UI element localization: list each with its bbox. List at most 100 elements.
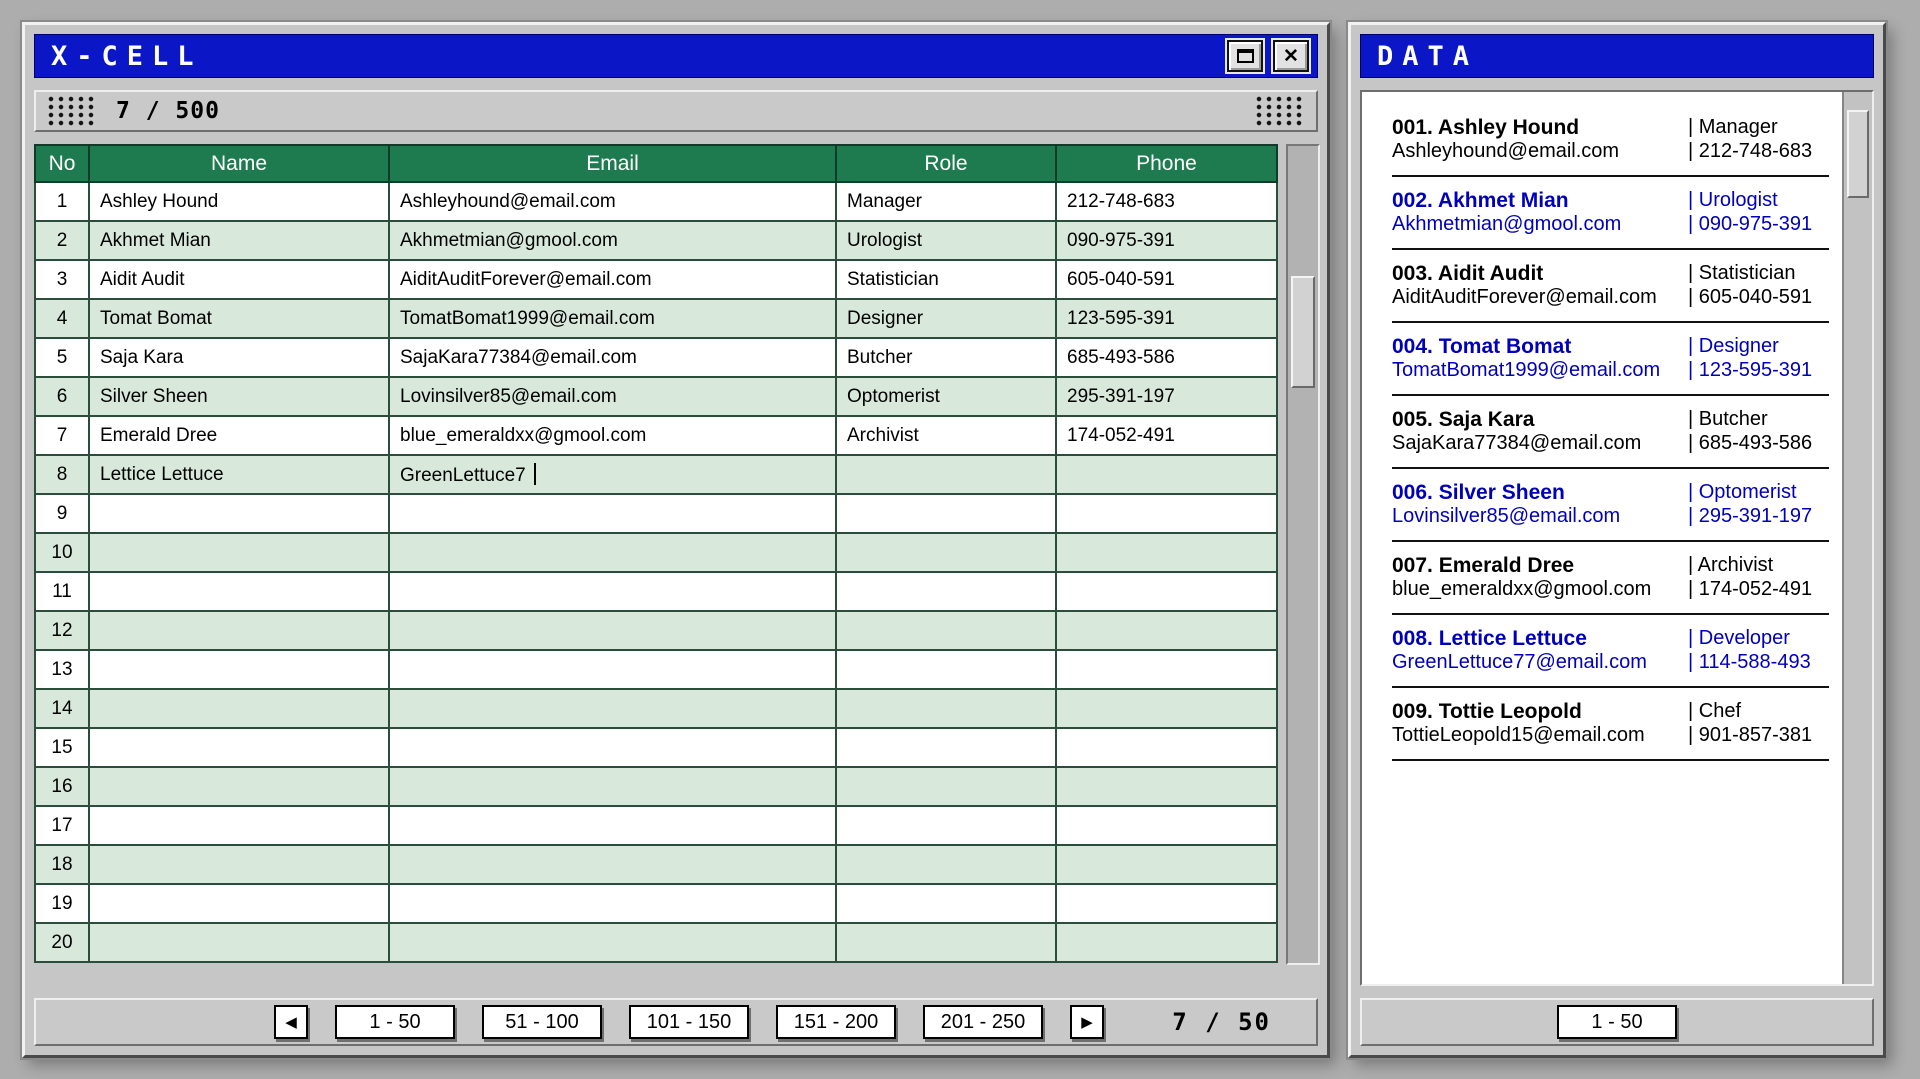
cell-name-row-14[interactable] <box>89 689 389 728</box>
grid-handle-icon[interactable] <box>48 96 96 126</box>
cell-email-row-6[interactable]: Lovinsilver85@email.com <box>389 377 836 416</box>
cell-no-row-17[interactable]: 17 <box>35 806 89 845</box>
page-button-101-150[interactable]: 101 - 150 <box>629 1005 749 1039</box>
cell-phone-row-4[interactable]: 123-595-391 <box>1056 299 1277 338</box>
cell-email-row-8[interactable]: GreenLettuce7 <box>389 455 836 494</box>
cell-phone-row-14[interactable] <box>1056 689 1277 728</box>
page-button-201-250[interactable]: 201 - 250 <box>923 1005 1043 1039</box>
cell-phone-row-12[interactable] <box>1056 611 1277 650</box>
cell-phone-row-5[interactable]: 685-493-586 <box>1056 338 1277 377</box>
cell-name-row-15[interactable] <box>89 728 389 767</box>
cell-no-row-3[interactable]: 3 <box>35 260 89 299</box>
table-scrollbar-thumb[interactable] <box>1291 276 1315 388</box>
cell-no-row-6[interactable]: 6 <box>35 377 89 416</box>
cell-phone-row-6[interactable]: 295-391-197 <box>1056 377 1277 416</box>
cell-name-row-19[interactable] <box>89 884 389 923</box>
cell-email-row-9[interactable] <box>389 494 836 533</box>
cell-phone-row-19[interactable] <box>1056 884 1277 923</box>
cell-name-row-9[interactable] <box>89 494 389 533</box>
cell-role-row-15[interactable] <box>836 728 1056 767</box>
cell-phone-row-11[interactable] <box>1056 572 1277 611</box>
cell-email-row-15[interactable] <box>389 728 836 767</box>
cell-name-row-2[interactable]: Akhmet Mian <box>89 221 389 260</box>
cell-name-row-16[interactable] <box>89 767 389 806</box>
cell-email-row-1[interactable]: Ashleyhound@email.com <box>389 182 836 221</box>
cell-name-row-1[interactable]: Ashley Hound <box>89 182 389 221</box>
page-button-1-50[interactable]: 1 - 50 <box>335 1005 455 1039</box>
cell-email-row-4[interactable]: TomatBomat1999@email.com <box>389 299 836 338</box>
data-list-scrollbar-thumb[interactable] <box>1847 110 1869 198</box>
data-page-button[interactable]: 1 - 50 <box>1557 1005 1677 1039</box>
cell-no-row-12[interactable]: 12 <box>35 611 89 650</box>
cell-phone-row-17[interactable] <box>1056 806 1277 845</box>
cell-name-row-8[interactable]: Lettice Lettuce <box>89 455 389 494</box>
close-button[interactable]: ✕ <box>1273 40 1309 72</box>
cell-email-row-18[interactable] <box>389 845 836 884</box>
cell-no-row-13[interactable]: 13 <box>35 650 89 689</box>
cell-name-row-5[interactable]: Saja Kara <box>89 338 389 377</box>
cell-phone-row-9[interactable] <box>1056 494 1277 533</box>
cell-email-row-13[interactable] <box>389 650 836 689</box>
cell-role-row-20[interactable] <box>836 923 1056 962</box>
prev-page-button[interactable]: ◀ <box>274 1005 308 1039</box>
cell-name-row-6[interactable]: Silver Sheen <box>89 377 389 416</box>
cell-no-row-18[interactable]: 18 <box>35 845 89 884</box>
data-titlebar[interactable]: DATA <box>1360 34 1874 78</box>
cell-no-row-15[interactable]: 15 <box>35 728 89 767</box>
cell-name-row-10[interactable] <box>89 533 389 572</box>
cell-phone-row-7[interactable]: 174-052-491 <box>1056 416 1277 455</box>
cell-role-row-12[interactable] <box>836 611 1056 650</box>
cell-no-row-5[interactable]: 5 <box>35 338 89 377</box>
cell-no-row-19[interactable]: 19 <box>35 884 89 923</box>
cell-no-row-10[interactable]: 10 <box>35 533 89 572</box>
cell-phone-row-20[interactable] <box>1056 923 1277 962</box>
cell-role-row-2[interactable]: Urologist <box>836 221 1056 260</box>
cell-no-row-16[interactable]: 16 <box>35 767 89 806</box>
cell-role-row-9[interactable] <box>836 494 1056 533</box>
cell-name-row-3[interactable]: Aidit Audit <box>89 260 389 299</box>
cell-email-row-11[interactable] <box>389 572 836 611</box>
cell-phone-row-15[interactable] <box>1056 728 1277 767</box>
cell-name-row-7[interactable]: Emerald Dree <box>89 416 389 455</box>
next-page-button[interactable]: ▶ <box>1070 1005 1104 1039</box>
xcell-titlebar[interactable]: X-CELL ✕ <box>34 34 1318 78</box>
cell-name-row-4[interactable]: Tomat Bomat <box>89 299 389 338</box>
cell-no-row-2[interactable]: 2 <box>35 221 89 260</box>
cell-no-row-8[interactable]: 8 <box>35 455 89 494</box>
cell-name-row-18[interactable] <box>89 845 389 884</box>
cell-no-row-20[interactable]: 20 <box>35 923 89 962</box>
cell-name-row-13[interactable] <box>89 650 389 689</box>
cell-role-row-17[interactable] <box>836 806 1056 845</box>
cell-role-row-18[interactable] <box>836 845 1056 884</box>
cell-role-row-16[interactable] <box>836 767 1056 806</box>
cell-phone-row-10[interactable] <box>1056 533 1277 572</box>
cell-role-row-3[interactable]: Statistician <box>836 260 1056 299</box>
cell-email-row-7[interactable]: blue_emeraldxx@gmool.com <box>389 416 836 455</box>
cell-name-row-12[interactable] <box>89 611 389 650</box>
cell-phone-row-13[interactable] <box>1056 650 1277 689</box>
cell-no-row-14[interactable]: 14 <box>35 689 89 728</box>
data-list-scrollbar[interactable] <box>1842 92 1872 984</box>
cell-email-row-14[interactable] <box>389 689 836 728</box>
cell-role-row-10[interactable] <box>836 533 1056 572</box>
cell-name-row-11[interactable] <box>89 572 389 611</box>
cell-email-row-16[interactable] <box>389 767 836 806</box>
cell-role-row-6[interactable]: Optomerist <box>836 377 1056 416</box>
cell-email-row-2[interactable]: Akhmetmian@gmool.com <box>389 221 836 260</box>
cell-email-row-10[interactable] <box>389 533 836 572</box>
grid-handle-icon[interactable] <box>1256 96 1304 126</box>
cell-role-row-7[interactable]: Archivist <box>836 416 1056 455</box>
cell-email-row-3[interactable]: AiditAuditForever@email.com <box>389 260 836 299</box>
cell-email-row-17[interactable] <box>389 806 836 845</box>
cell-email-row-12[interactable] <box>389 611 836 650</box>
cell-no-row-1[interactable]: 1 <box>35 182 89 221</box>
cell-phone-row-2[interactable]: 090-975-391 <box>1056 221 1277 260</box>
cell-role-row-5[interactable]: Butcher <box>836 338 1056 377</box>
cell-no-row-11[interactable]: 11 <box>35 572 89 611</box>
cell-phone-row-16[interactable] <box>1056 767 1277 806</box>
cell-no-row-4[interactable]: 4 <box>35 299 89 338</box>
cell-phone-row-18[interactable] <box>1056 845 1277 884</box>
cell-phone-row-3[interactable]: 605-040-591 <box>1056 260 1277 299</box>
table-scrollbar[interactable] <box>1286 144 1320 965</box>
cell-name-row-17[interactable] <box>89 806 389 845</box>
